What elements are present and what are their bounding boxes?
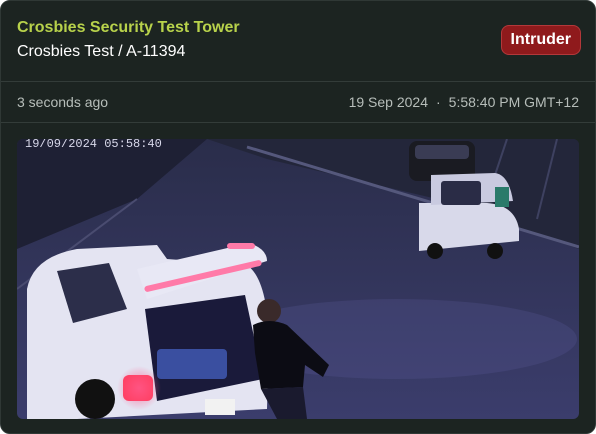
camera-name: Crosbies Test / A-11394: [17, 43, 186, 60]
event-time: 5:58:40 PM GMT+12: [448, 94, 579, 110]
site-title[interactable]: Crosbies Security Test Tower: [17, 19, 240, 37]
camera-snapshot[interactable]: 19/09/2024 05:58:40: [17, 139, 579, 419]
overlay-timestamp: 19/09/2024 05:58:40: [25, 139, 162, 151]
event-meta: 3 seconds ago 19 Sep 2024 · 5:58:40 PM GMT…: [1, 82, 595, 122]
meta-divider: [1, 122, 595, 123]
event-date: 19 Sep 2024: [348, 94, 428, 110]
event-card[interactable]: Crosbies Security Test Tower Crosbies Te…: [0, 0, 596, 434]
alert-badge: Intruder: [500, 25, 581, 55]
event-timestamp: 19 Sep 2024 · 5:58:40 PM GMT+12: [349, 94, 579, 110]
snapshot-image: 19/09/2024 05:58:40: [17, 139, 579, 419]
event-header: Crosbies Security Test Tower Crosbies Te…: [1, 1, 595, 81]
relative-time: 3 seconds ago: [17, 94, 109, 110]
separator-dot: ·: [435, 94, 441, 110]
